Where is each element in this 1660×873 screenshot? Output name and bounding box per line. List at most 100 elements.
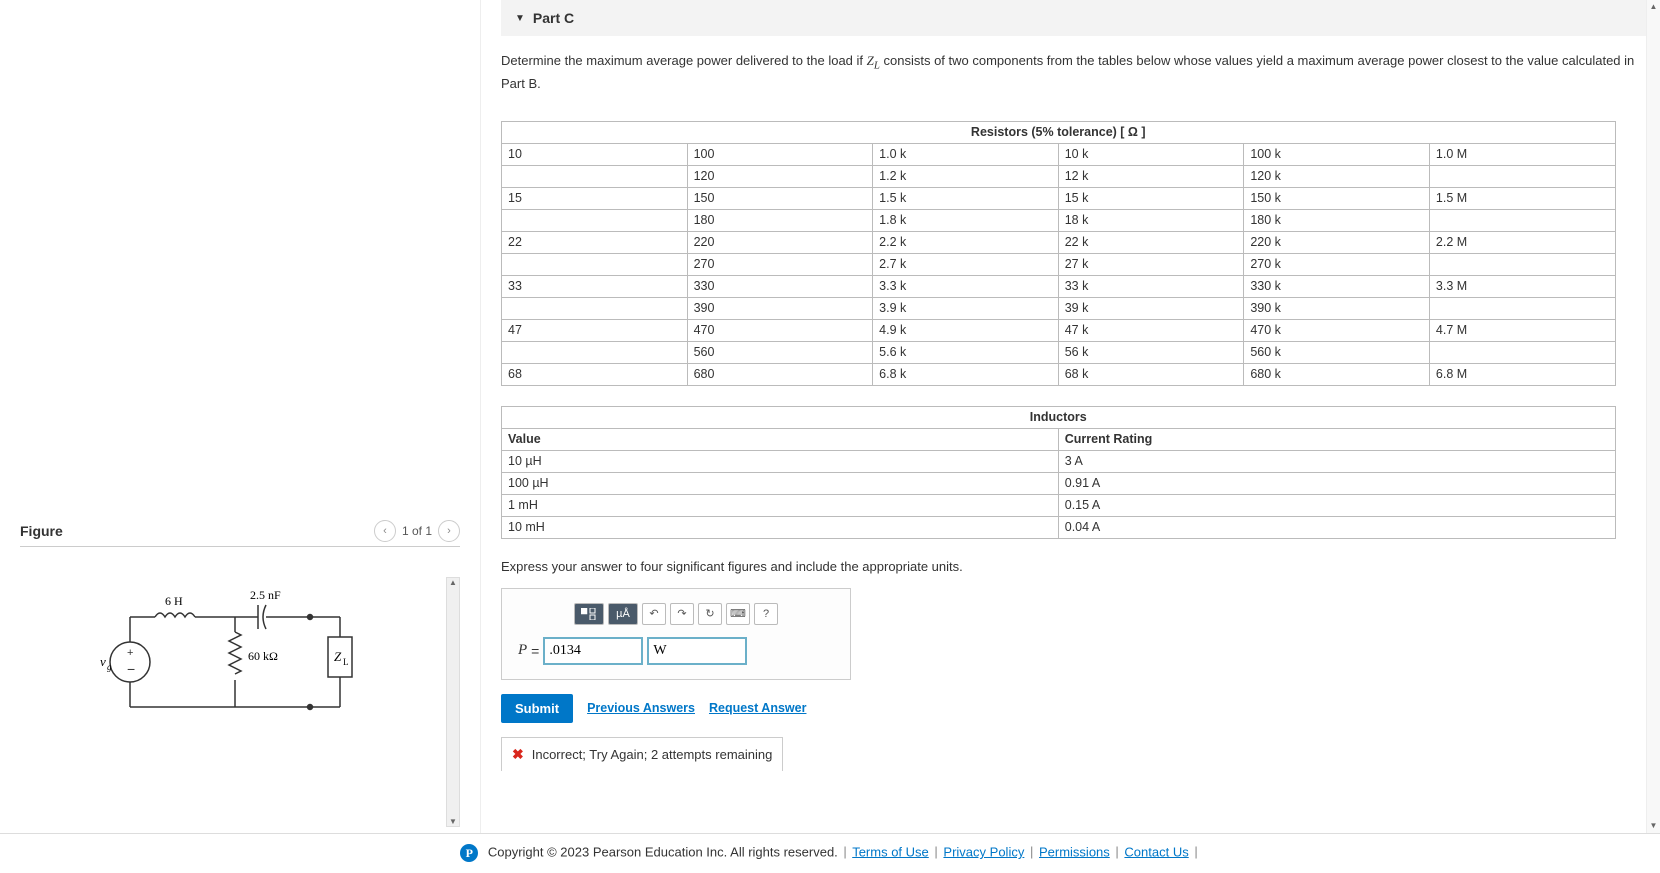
figure-counter: 1 of 1 bbox=[402, 524, 432, 538]
feedback-box: ✖ Incorrect; Try Again; 2 attempts remai… bbox=[501, 737, 783, 771]
part-c-header[interactable]: ▼ Part C bbox=[501, 0, 1650, 36]
table-cell: 18 k bbox=[1058, 209, 1244, 231]
feedback-text: Incorrect; Try Again; 2 attempts remaini… bbox=[532, 747, 773, 762]
table-cell bbox=[502, 209, 688, 231]
table-cell: 3.3 k bbox=[873, 275, 1059, 297]
table-cell: 0.91 A bbox=[1058, 472, 1615, 494]
svg-text:6 H: 6 H bbox=[165, 594, 183, 608]
resistor-table: Resistors (5% tolerance) [ Ω ] 101001.0 … bbox=[501, 99, 1616, 386]
table-cell: 560 k bbox=[1244, 341, 1430, 363]
answer-unit-input[interactable] bbox=[647, 637, 747, 665]
table-cell bbox=[1429, 165, 1615, 187]
table-cell: 180 bbox=[687, 209, 873, 231]
content-scrollbar[interactable]: ▲ ▼ bbox=[1646, 0, 1660, 833]
help-button[interactable]: ? bbox=[754, 603, 778, 625]
table-cell: 2.7 k bbox=[873, 253, 1059, 275]
table-cell: 1.5 M bbox=[1429, 187, 1615, 209]
copyright-text: Copyright © 2023 Pearson Education Inc. … bbox=[488, 844, 838, 859]
incorrect-icon: ✖ bbox=[512, 746, 524, 763]
table-cell: 1.0 M bbox=[1429, 143, 1615, 165]
previous-answers-link[interactable]: Previous Answers bbox=[587, 701, 695, 715]
contact-link[interactable]: Contact Us bbox=[1124, 844, 1188, 859]
table-cell: 33 k bbox=[1058, 275, 1244, 297]
table-cell: 33 bbox=[502, 275, 688, 297]
table-cell: 220 k bbox=[1244, 231, 1430, 253]
table-cell: 680 k bbox=[1244, 363, 1430, 385]
table-cell: 15 bbox=[502, 187, 688, 209]
units-button[interactable]: µÅ bbox=[608, 603, 638, 625]
submit-button[interactable]: Submit bbox=[501, 694, 573, 723]
table-cell: 39 k bbox=[1058, 297, 1244, 319]
table-cell bbox=[502, 297, 688, 319]
table-cell: 12 k bbox=[1058, 165, 1244, 187]
pearson-logo-icon: P bbox=[460, 844, 478, 862]
table-cell: 270 k bbox=[1244, 253, 1430, 275]
table-cell: 330 bbox=[687, 275, 873, 297]
table-cell: 1.5 k bbox=[873, 187, 1059, 209]
inductor-table: Inductors ValueCurrent Rating 10 µH3 A10… bbox=[501, 406, 1616, 539]
table-cell: 270 bbox=[687, 253, 873, 275]
figure-next-button[interactable]: › bbox=[438, 520, 460, 542]
figure-scrollbar[interactable]: ▲ ▼ bbox=[446, 577, 460, 827]
figure-prev-button[interactable]: ‹ bbox=[374, 520, 396, 542]
table-cell: 2.2 M bbox=[1429, 231, 1615, 253]
page-footer: P Copyright © 2023 Pearson Education Inc… bbox=[0, 833, 1660, 872]
reset-button[interactable]: ↻ bbox=[698, 603, 722, 625]
table-cell: 10 mH bbox=[502, 516, 1059, 538]
privacy-link[interactable]: Privacy Policy bbox=[943, 844, 1024, 859]
table-cell: 220 bbox=[687, 231, 873, 253]
table-cell bbox=[502, 253, 688, 275]
table-cell: 0.15 A bbox=[1058, 494, 1615, 516]
table-cell: 68 k bbox=[1058, 363, 1244, 385]
permissions-link[interactable]: Permissions bbox=[1039, 844, 1110, 859]
table-cell: 15 k bbox=[1058, 187, 1244, 209]
table-cell: 68 bbox=[502, 363, 688, 385]
svg-text:v: v bbox=[100, 654, 106, 669]
table-cell bbox=[502, 341, 688, 363]
table-cell: 47 bbox=[502, 319, 688, 341]
table-cell: 47 k bbox=[1058, 319, 1244, 341]
table-cell: 22 k bbox=[1058, 231, 1244, 253]
request-answer-link[interactable]: Request Answer bbox=[709, 701, 806, 715]
svg-text:60 kΩ: 60 kΩ bbox=[248, 649, 278, 663]
table-cell: 5.6 k bbox=[873, 341, 1059, 363]
terms-link[interactable]: Terms of Use bbox=[852, 844, 929, 859]
table-cell: 2.2 k bbox=[873, 231, 1059, 253]
table-cell bbox=[1429, 341, 1615, 363]
table-cell: 470 bbox=[687, 319, 873, 341]
svg-text:−: − bbox=[127, 661, 135, 677]
part-c-title: Part C bbox=[533, 10, 574, 26]
table-cell: 6.8 M bbox=[1429, 363, 1615, 385]
table-cell: 150 bbox=[687, 187, 873, 209]
table-cell: 1.0 k bbox=[873, 143, 1059, 165]
table-cell: 1 mH bbox=[502, 494, 1059, 516]
circuit-diagram: + − 6 H 2.5 nF 60 kΩ ZL vg bbox=[80, 577, 400, 757]
table-cell: 1.2 k bbox=[873, 165, 1059, 187]
table-cell: 10 µH bbox=[502, 450, 1059, 472]
collapse-icon: ▼ bbox=[515, 13, 525, 24]
table-cell: 100 bbox=[687, 143, 873, 165]
table-cell: 100 k bbox=[1244, 143, 1430, 165]
table-cell: 3.9 k bbox=[873, 297, 1059, 319]
answer-symbol: P bbox=[518, 642, 527, 659]
table-cell: 6.8 k bbox=[873, 363, 1059, 385]
table-cell: 180 k bbox=[1244, 209, 1430, 231]
answer-value-input[interactable] bbox=[543, 637, 643, 665]
undo-button[interactable]: ↶ bbox=[642, 603, 666, 625]
table-cell: 120 k bbox=[1244, 165, 1430, 187]
redo-button[interactable]: ↷ bbox=[670, 603, 694, 625]
table-cell: 100 µH bbox=[502, 472, 1059, 494]
table-cell: 330 k bbox=[1244, 275, 1430, 297]
svg-text:2.5 nF: 2.5 nF bbox=[250, 588, 281, 602]
table-cell: 120 bbox=[687, 165, 873, 187]
table-cell: 680 bbox=[687, 363, 873, 385]
table-cell: 3.3 M bbox=[1429, 275, 1615, 297]
table-cell bbox=[1429, 209, 1615, 231]
template-button[interactable] bbox=[574, 603, 604, 625]
keyboard-button[interactable]: ⌨ bbox=[726, 603, 750, 625]
table-cell: 390 k bbox=[1244, 297, 1430, 319]
svg-text:g: g bbox=[107, 662, 112, 672]
express-instruction: Express your answer to four significant … bbox=[501, 559, 1650, 574]
table-cell: 1.8 k bbox=[873, 209, 1059, 231]
table-cell: 10 k bbox=[1058, 143, 1244, 165]
